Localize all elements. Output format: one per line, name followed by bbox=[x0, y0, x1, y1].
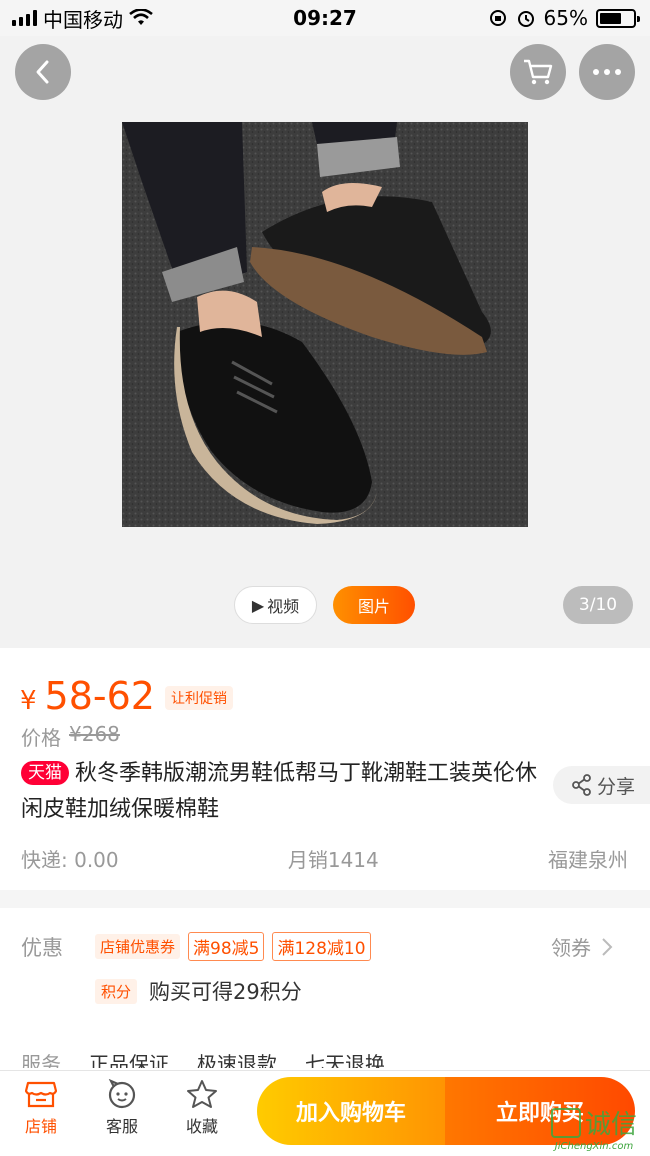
points-row: 积分 购买可得29积分 bbox=[95, 976, 302, 1006]
more-dots-icon bbox=[593, 69, 621, 75]
watermark: 诚信 JiChengXin.com bbox=[534, 1104, 650, 1156]
watermark-url: JiChengXin.com bbox=[554, 1141, 634, 1152]
original-price-row: 价格 ¥268 bbox=[21, 722, 120, 751]
battery-icon bbox=[596, 8, 640, 28]
service-row[interactable]: 服务 正品保证 极速退款 七天退换 bbox=[21, 1048, 385, 1068]
price-row: ¥ 58-62 让利促销 bbox=[20, 674, 233, 718]
price-value: 58-62 bbox=[44, 674, 155, 718]
customer-service-label: 客服 bbox=[105, 1117, 138, 1136]
get-coupon-button[interactable]: 领券 bbox=[551, 932, 613, 961]
chevron-left-icon bbox=[36, 60, 49, 84]
cart-icon bbox=[524, 59, 553, 85]
promotions-label: 优惠 bbox=[21, 936, 63, 960]
media-tabs: ▶ 视频 图片 bbox=[234, 586, 415, 624]
coupon-row: 店铺优惠券 满98减5 满128减10 bbox=[95, 932, 371, 961]
photo-tab[interactable]: 图片 bbox=[333, 586, 415, 624]
watermark-logo bbox=[550, 1107, 581, 1138]
watermark-brand: 诚信 bbox=[584, 1110, 637, 1140]
more-button[interactable] bbox=[579, 44, 635, 100]
video-tab[interactable]: ▶ 视频 bbox=[234, 586, 317, 624]
favorite-label: 收藏 bbox=[185, 1117, 218, 1136]
points-tag: 积分 bbox=[95, 978, 138, 1004]
favorite-button[interactable]: 收藏 bbox=[172, 1079, 232, 1137]
add-to-cart-label: 加入购物车 bbox=[295, 1101, 406, 1126]
product-title: 秋冬季韩版潮流男鞋低帮马丁靴潮鞋工装英伦休闲皮鞋加绒保暖棉鞋 bbox=[21, 761, 538, 822]
points-text: 购买可得29积分 bbox=[149, 980, 302, 1004]
store-label: 店铺 bbox=[24, 1117, 57, 1136]
product-detail-page: 中国移动 09:27 65% ▶ 视频 图片 3/10 ¥ 58-62 让利促销… bbox=[0, 0, 650, 1156]
service-item: 极速退款 bbox=[197, 1052, 277, 1068]
status-right: 65% bbox=[488, 6, 640, 30]
service-label: 服务 bbox=[21, 1052, 61, 1068]
meta-row: 快递: 0.00 月销1414 福建泉州 bbox=[21, 844, 628, 873]
watermark-main: 诚信 bbox=[550, 1104, 637, 1141]
original-price-label: 价格 bbox=[21, 726, 61, 750]
status-left: 中国移动 bbox=[12, 4, 153, 33]
store-button[interactable]: 店铺 bbox=[11, 1079, 71, 1137]
video-tab-label: 视频 bbox=[267, 597, 300, 616]
coupon-128-10: 满128减10 bbox=[272, 932, 371, 961]
back-button[interactable] bbox=[15, 44, 71, 100]
service-item: 七天退换 bbox=[305, 1052, 385, 1068]
coupon-98-5: 满98减5 bbox=[188, 932, 265, 961]
cart-button[interactable] bbox=[510, 44, 566, 100]
store-coupon-tag: 店铺优惠券 bbox=[95, 934, 181, 959]
alarm-icon bbox=[517, 11, 534, 27]
customer-service-icon bbox=[108, 1079, 136, 1109]
tmall-badge: 天猫 bbox=[21, 761, 69, 785]
customer-service-button[interactable]: 客服 bbox=[92, 1079, 152, 1137]
ship-location: 福建泉州 bbox=[547, 848, 628, 872]
service-item: 正品保证 bbox=[89, 1052, 169, 1068]
price-currency: ¥ bbox=[20, 686, 37, 716]
photo-tab-label: 图片 bbox=[357, 597, 390, 616]
product-info: ¥ 58-62 让利促销 价格 ¥268 天猫 秋冬季韩版潮流男鞋低帮马丁靴潮鞋工… bbox=[0, 648, 650, 890]
wifi-icon bbox=[129, 9, 153, 25]
monthly-sales: 月销1414 bbox=[287, 848, 379, 872]
get-coupon-label: 领券 bbox=[551, 936, 591, 960]
product-title-block: 天猫 秋冬季韩版潮流男鞋低帮马丁靴潮鞋工装英伦休闲皮鞋加绒保暖棉鞋 bbox=[21, 756, 541, 828]
shipping-fee: 快递: 0.00 bbox=[21, 848, 119, 872]
original-price: ¥268 bbox=[69, 722, 120, 746]
share-icon bbox=[572, 774, 591, 796]
chevron-right-icon bbox=[602, 937, 613, 956]
status-bar: 中国移动 09:27 65% bbox=[0, 0, 650, 36]
promotions-section[interactable]: 优惠 店铺优惠券 满98减5 满128减10 领券 积分 购买可得29积分 服务… bbox=[0, 908, 650, 1076]
battery-percent: 65% bbox=[543, 6, 588, 30]
share-label: 分享 bbox=[596, 775, 635, 798]
shoe-photo bbox=[122, 122, 528, 527]
add-to-cart-button[interactable]: 加入购物车 bbox=[257, 1077, 445, 1145]
signal-icon bbox=[12, 10, 37, 26]
promo-tag: 让利促销 bbox=[164, 686, 233, 710]
rotation-lock-icon bbox=[489, 10, 506, 26]
carrier-label: 中国移动 bbox=[43, 7, 123, 32]
star-icon bbox=[187, 1080, 217, 1108]
share-button[interactable]: 分享 bbox=[553, 766, 650, 804]
product-image[interactable] bbox=[122, 122, 528, 527]
play-icon: ▶ bbox=[251, 595, 265, 615]
image-counter: 3/10 bbox=[563, 586, 633, 624]
store-icon bbox=[25, 1081, 57, 1108]
product-gallery[interactable]: ▶ 视频 图片 3/10 bbox=[0, 36, 650, 648]
